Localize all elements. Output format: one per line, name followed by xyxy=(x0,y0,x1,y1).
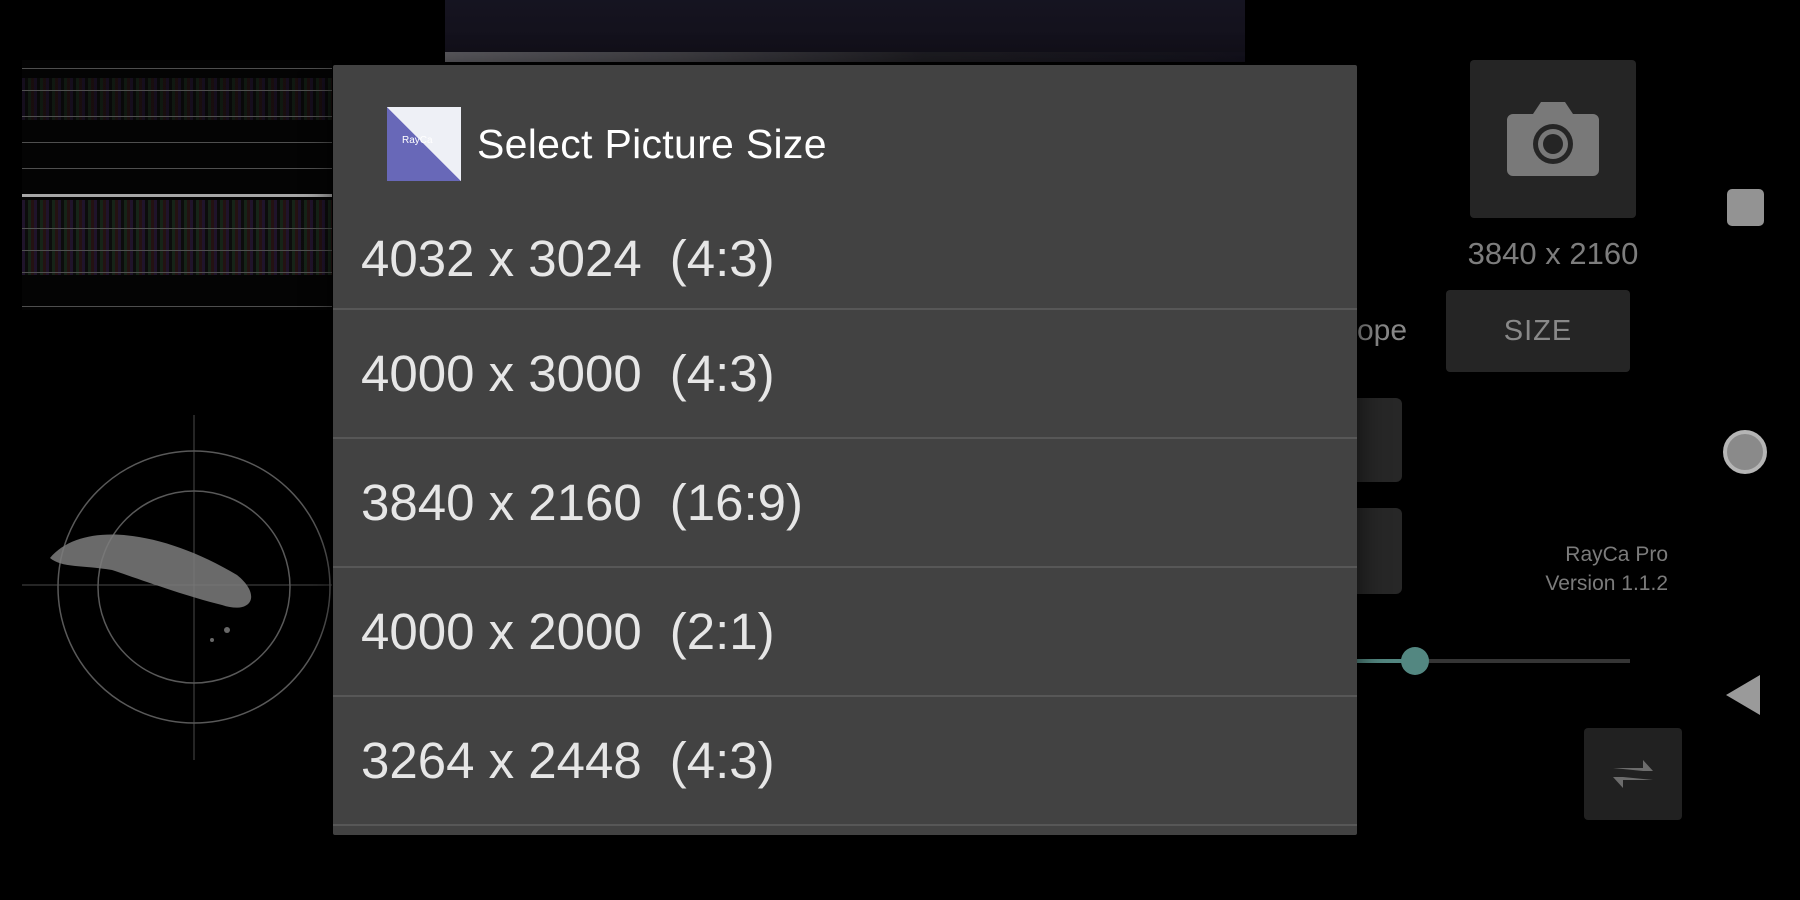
select-picture-size-dialog: RayCa Select Picture Size 4032 x 3024 (4… xyxy=(333,65,1357,835)
size-option-3840x2160[interactable]: 3840 x 2160 (16:9) xyxy=(333,439,1357,568)
size-option-4000x2000[interactable]: 4000 x 2000 (2:1) xyxy=(333,568,1357,697)
rayca-app-icon: RayCa xyxy=(387,107,461,181)
size-option-ratio: (2:1) xyxy=(669,603,775,660)
size-option-ratio: (16:9) xyxy=(669,474,803,531)
size-option-4000x3000[interactable]: 4000 x 3000 (4:3) xyxy=(333,310,1357,439)
size-option-resolution: 4000 x 3000 xyxy=(361,345,642,402)
size-option-resolution: 3840 x 2160 xyxy=(361,474,642,531)
size-option-3264x2448[interactable]: 3264 x 2448 (4:3) xyxy=(333,697,1357,826)
size-option-ratio: (4:3) xyxy=(669,229,775,287)
app-icon-text: RayCa xyxy=(402,135,433,146)
size-option-resolution: 4000 x 2000 xyxy=(361,603,642,660)
size-option-resolution: 4032 x 3024 xyxy=(361,229,642,287)
size-option-list: 4032 x 3024 (4:3) 4000 x 3000 (4:3) 3840… xyxy=(333,208,1357,826)
size-option-ratio: (4:3) xyxy=(669,345,775,402)
size-option-resolution: 3264 x 2448 xyxy=(361,732,642,789)
dialog-title: Select Picture Size xyxy=(477,120,827,167)
size-option-ratio: (4:3) xyxy=(669,732,775,789)
size-option-4032x3024[interactable]: 4032 x 3024 (4:3) xyxy=(333,208,1357,310)
dialog-header: RayCa Select Picture Size xyxy=(387,105,827,183)
